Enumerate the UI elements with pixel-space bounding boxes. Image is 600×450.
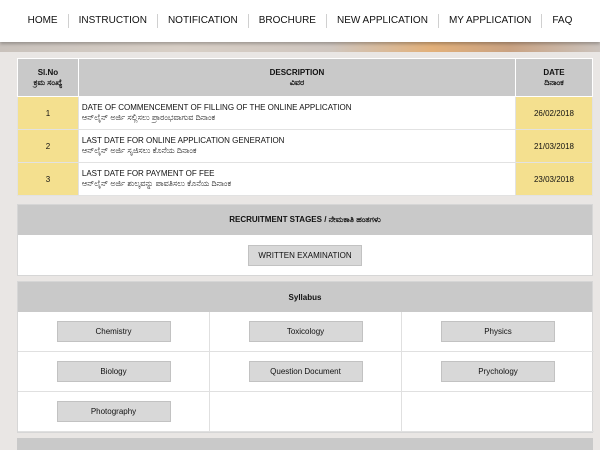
row-date: 21/03/2018 xyxy=(515,129,593,163)
header-desc-en: DESCRIPTION xyxy=(269,67,325,77)
syllabus-chemistry-button[interactable]: Chemistry xyxy=(56,321,171,342)
syllabus-cell: Question Document xyxy=(210,352,402,392)
row-desc-en: DATE OF COMMENCEMENT OF FILLING OF THE O… xyxy=(81,103,352,112)
written-examination-button[interactable]: WRITTEN EXAMINATION xyxy=(248,244,362,266)
row-desc-en: LAST DATE FOR ONLINE APPLICATION GENERAT… xyxy=(81,136,285,145)
header-slno-kn: ಕ್ರಮ ಸಂಖ್ಯೆ xyxy=(33,77,63,87)
syllabus-title: Syllabus xyxy=(18,282,592,312)
row-desc-kn: ಆನ್‌ಲೈನ್ ಅರ್ಜಿ ಶುಲ್ಕವನ್ನು ಪಾವತಿಸಲು ಕೊನೆಯ… xyxy=(81,179,232,188)
syllabus-cell: Prychology xyxy=(402,352,594,392)
row-desc-kn: ಆನ್‌ಲೈನ್ ಅರ್ಜಿ ಸಲ್ಲಿಸಲು ಪ್ರಾರಂಭವಾಗುವ ದಿನ… xyxy=(81,113,216,122)
important-dates-table: Sl.No ಕ್ರಮ ಸಂಖ್ಯೆ DESCRIPTION ವಿವರ DATE … xyxy=(17,58,593,196)
syllabus-toxicology-button[interactable]: Toxicology xyxy=(248,321,363,342)
syllabus-cell: Physics xyxy=(402,312,594,352)
recruitment-stages-body: WRITTEN EXAMINATION xyxy=(18,235,592,275)
table-row: 2 LAST DATE FOR ONLINE APPLICATION GENER… xyxy=(17,129,593,163)
recruitment-stages-title: RECRUITMENT STAGES / ನೇಮಕಾತಿ ಹಂತಗಳು xyxy=(18,205,592,235)
nav-faq[interactable]: FAQ xyxy=(542,14,582,28)
nav-new-application[interactable]: NEW APPLICATION xyxy=(327,14,439,28)
nav-home[interactable]: HOME xyxy=(18,14,69,28)
nav-my-application[interactable]: MY APPLICATION xyxy=(439,14,543,28)
row-desc-en: LAST DATE FOR PAYMENT OF FEE xyxy=(81,169,215,178)
nav-instruction[interactable]: INSTRUCTION xyxy=(69,14,158,28)
syllabus-cell: Toxicology xyxy=(210,312,402,352)
table-header-row: Sl.No ಕ್ರಮ ಸಂಖ್ಯೆ DESCRIPTION ವಿವರ DATE … xyxy=(17,58,593,97)
header-date-en: DATE xyxy=(543,67,565,77)
syllabus-empty-cell xyxy=(210,392,402,432)
syllabus-psychology-button[interactable]: Prychology xyxy=(441,361,555,382)
row-number: 1 xyxy=(17,96,79,130)
syllabus-question-document-button[interactable]: Question Document xyxy=(248,361,363,382)
syllabus-biology-button[interactable]: Biology xyxy=(56,361,171,382)
next-panel-header xyxy=(17,438,593,450)
header-date: DATE ದಿನಾಂಕ xyxy=(515,58,593,97)
header-slno-en: Sl.No xyxy=(37,67,59,77)
row-number: 2 xyxy=(17,129,79,163)
table-row: 1 DATE OF COMMENCEMENT OF FILLING OF THE… xyxy=(17,96,593,130)
row-desc-kn: ಆನ್‌ಲೈನ್ ಅರ್ಜಿ ಸೃಜಿಸಲು ಕೊನೆಯ ದಿನಾಂಕ xyxy=(81,146,197,155)
syllabus-physics-button[interactable]: Physics xyxy=(441,321,555,342)
header-desc-kn: ವಿವರ xyxy=(289,77,305,87)
header-slno: Sl.No ಕ್ರಮ ಸಂಖ್ಯೆ xyxy=(17,58,79,97)
top-navbar: HOME INSTRUCTION NOTIFICATION BROCHURE N… xyxy=(0,0,600,42)
row-description: LAST DATE FOR ONLINE APPLICATION GENERAT… xyxy=(77,129,517,163)
row-description: DATE OF COMMENCEMENT OF FILLING OF THE O… xyxy=(77,96,517,130)
syllabus-panel: Syllabus Chemistry Toxicology Physics Bi… xyxy=(17,281,594,433)
syllabus-grid: Chemistry Toxicology Physics Biology Que… xyxy=(18,312,594,432)
recruitment-stages-panel: RECRUITMENT STAGES / ನೇಮಕಾತಿ ಹಂತಗಳು WRIT… xyxy=(17,204,593,276)
row-date: 23/03/2018 xyxy=(515,162,593,196)
syllabus-cell: Photography xyxy=(18,392,210,432)
row-date: 26/02/2018 xyxy=(515,96,593,130)
syllabus-cell: Biology xyxy=(18,352,210,392)
syllabus-photography-button[interactable]: Photography xyxy=(56,401,171,422)
table-row: 3 LAST DATE FOR PAYMENT OF FEE ಆನ್‌ಲೈನ್ … xyxy=(17,162,593,196)
syllabus-empty-cell xyxy=(402,392,594,432)
header-date-kn: ದಿನಾಂಕ xyxy=(544,77,564,87)
row-number: 3 xyxy=(17,162,79,196)
header-description: DESCRIPTION ವಿವರ xyxy=(77,58,517,97)
nav-brochure[interactable]: BROCHURE xyxy=(249,14,327,28)
syllabus-cell: Chemistry xyxy=(18,312,210,352)
row-description: LAST DATE FOR PAYMENT OF FEE ಆನ್‌ಲೈನ್ ಅರ… xyxy=(77,162,517,196)
nav-notification[interactable]: NOTIFICATION xyxy=(158,14,249,28)
